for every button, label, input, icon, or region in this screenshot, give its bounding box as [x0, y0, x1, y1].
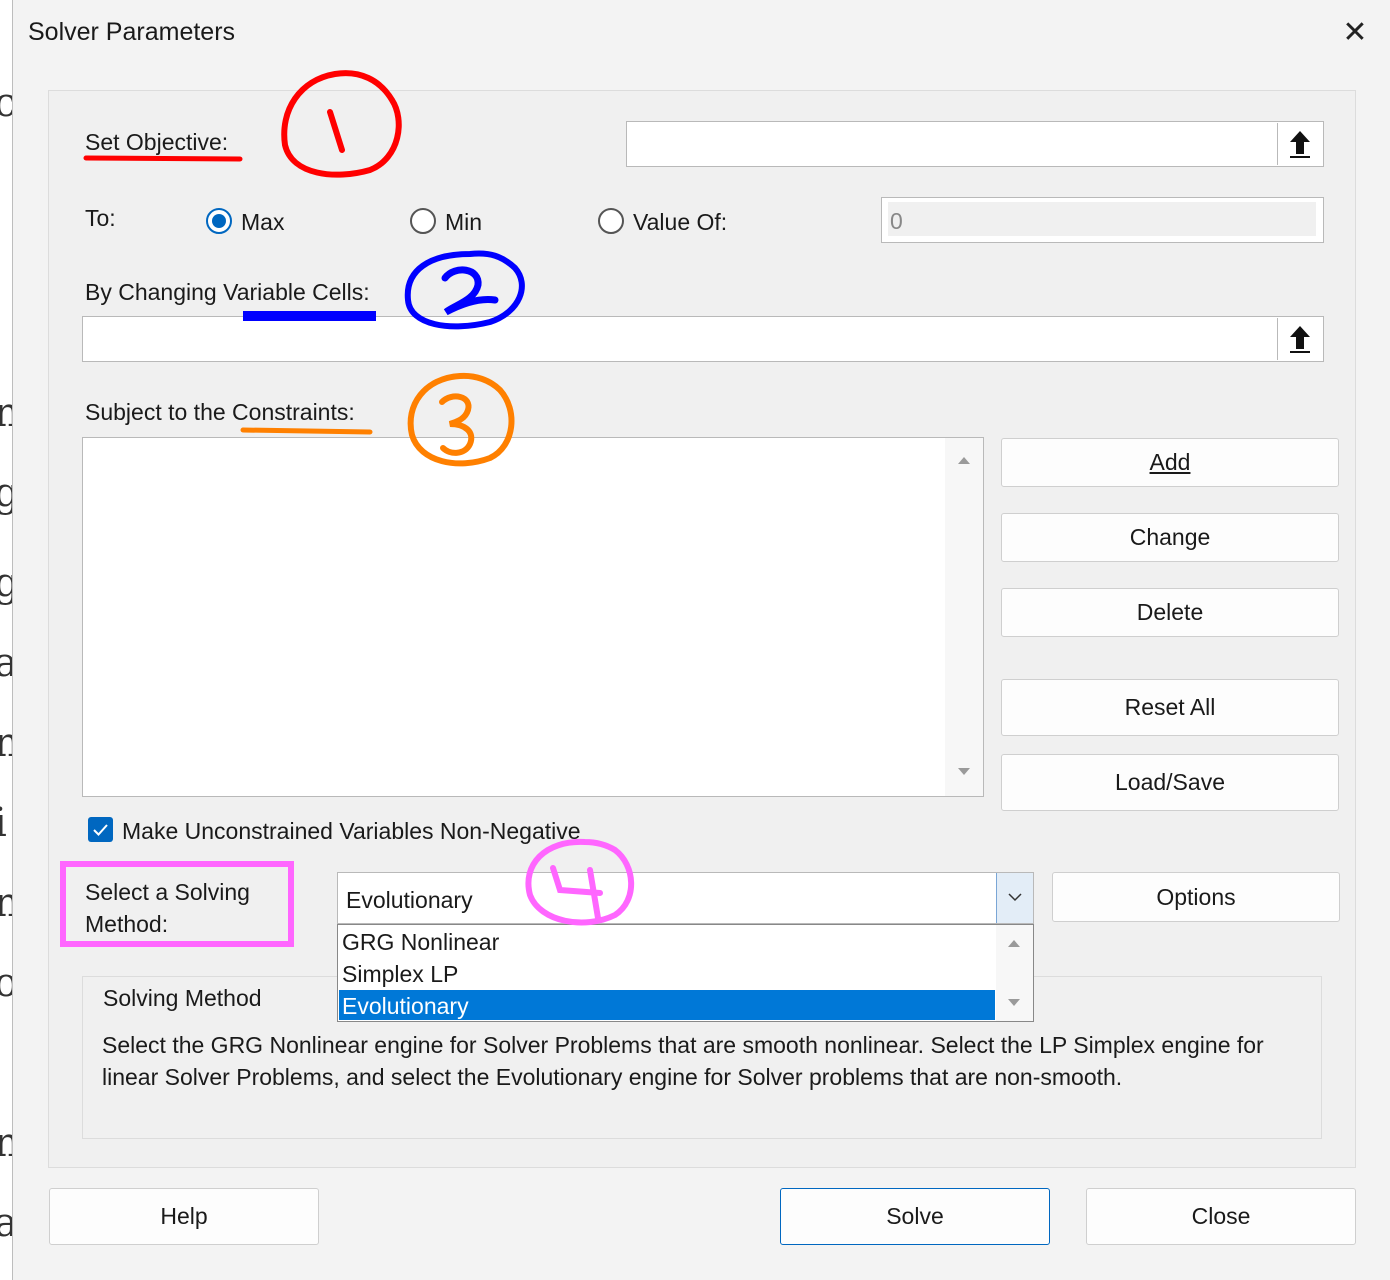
- max-radio-label: Max: [241, 209, 285, 235]
- variable-cells-input[interactable]: [82, 316, 1324, 362]
- constraints-list[interactable]: [82, 437, 984, 797]
- add-button[interactable]: Add: [1001, 438, 1339, 487]
- close-button[interactable]: Close: [1086, 1188, 1356, 1245]
- constraints-label: Subject to the Constraints:: [85, 399, 355, 425]
- value-of-radio-label: Value Of:: [633, 209, 728, 235]
- solver-parameters-dialog: Solver Parameters ✕ Set Objective: To: M…: [12, 0, 1390, 1280]
- set-objective-range-button[interactable]: [1277, 123, 1323, 165]
- dropdown-button[interactable]: [996, 873, 1033, 923]
- solving-method-label-line2: Method:: [85, 911, 169, 937]
- to-label: To:: [85, 205, 116, 231]
- nonnegative-checkbox[interactable]: [88, 817, 113, 842]
- scroll-down-icon: [958, 768, 970, 775]
- reset-all-button[interactable]: Reset All: [1001, 679, 1339, 736]
- scroll-up-icon: [958, 457, 970, 464]
- checkmark-icon: [93, 824, 108, 836]
- background-document: c n g g a n i n o n a: [0, 0, 12, 1280]
- option-evolutionary: Evolutionary: [342, 993, 469, 1019]
- change-button[interactable]: Change: [1001, 513, 1339, 562]
- max-radio[interactable]: [206, 208, 232, 234]
- set-objective-input[interactable]: [626, 121, 1324, 167]
- min-radio-label: Min: [445, 209, 483, 235]
- up-arrow-icon: [1290, 326, 1310, 353]
- dropdown-scrollbar[interactable]: [996, 925, 1033, 1021]
- delete-button[interactable]: Delete: [1001, 588, 1339, 637]
- option-simplex-lp[interactable]: Simplex LP: [342, 961, 458, 988]
- nonnegative-label: Make Unconstrained Variables Non-Negativ…: [122, 818, 581, 844]
- dialog-title: Solver Parameters: [28, 18, 236, 46]
- option-grg-nonlinear[interactable]: GRG Nonlinear: [342, 929, 499, 956]
- chevron-down-icon: [1008, 893, 1022, 902]
- title-bar: Solver Parameters ✕: [13, 0, 1390, 66]
- solving-method-selected: Evolutionary: [346, 887, 473, 913]
- constraints-scrollbar[interactable]: [945, 438, 983, 796]
- value-of-radio[interactable]: [598, 208, 624, 234]
- load-save-button[interactable]: Load/Save: [1001, 754, 1339, 811]
- up-arrow-icon: [1290, 131, 1310, 158]
- option-evolutionary-highlight[interactable]: Evolutionary: [339, 990, 995, 1020]
- solving-method-heading: Solving Method: [103, 985, 262, 1011]
- solving-method-select[interactable]: Evolutionary: [337, 872, 1034, 924]
- scroll-up-icon: [1008, 940, 1020, 947]
- solving-method-description: Select the GRG Nonlinear engine for Solv…: [102, 1032, 1264, 1090]
- variable-cells-label: By Changing Variable Cells:: [85, 279, 370, 305]
- close-icon[interactable]: ✕: [1335, 14, 1375, 54]
- options-button[interactable]: Options: [1052, 872, 1340, 922]
- parameters-panel: Set Objective: To: Max Min Value Of: 0 B…: [48, 90, 1356, 1168]
- solve-button[interactable]: Solve: [780, 1188, 1050, 1245]
- min-radio[interactable]: [410, 208, 436, 234]
- solving-method-label-line1: Select a Solving: [85, 879, 250, 905]
- scroll-down-icon: [1008, 999, 1020, 1006]
- help-button[interactable]: Help: [49, 1188, 319, 1245]
- value-of-value: 0: [890, 208, 903, 234]
- variable-cells-range-button[interactable]: [1277, 318, 1323, 360]
- set-objective-label: Set Objective:: [85, 129, 229, 155]
- solving-method-dropdown-list[interactable]: GRG Nonlinear Simplex LP Evolutionary: [337, 924, 1034, 1022]
- value-of-input[interactable]: 0: [881, 197, 1324, 243]
